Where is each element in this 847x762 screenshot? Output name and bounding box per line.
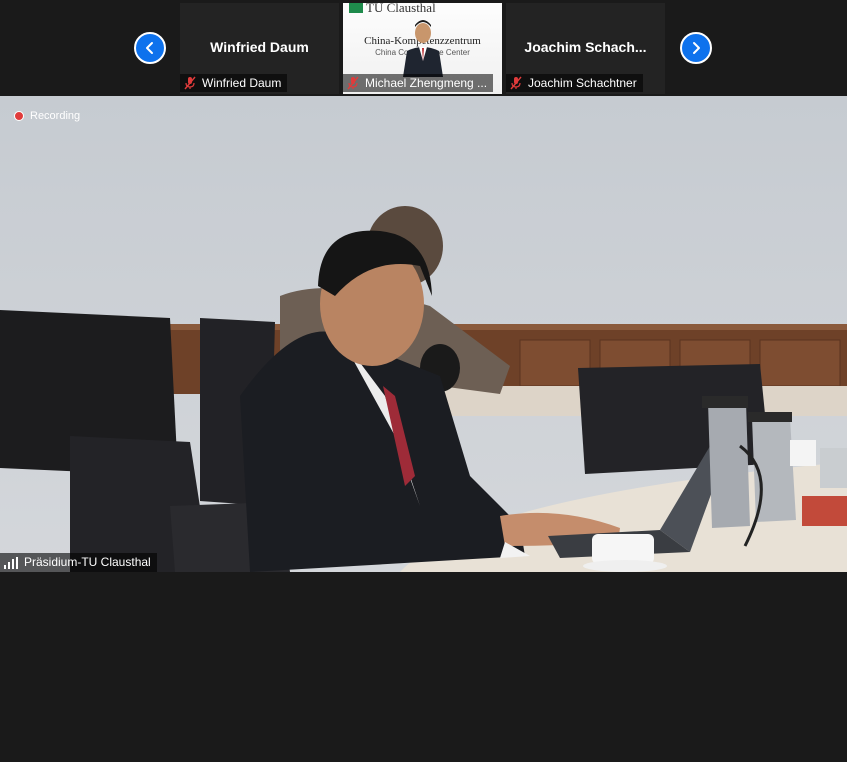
active-speaker-video[interactable] [0,96,847,572]
meeting-room-scene [0,96,847,572]
participant-name: Michael Zhengmeng ... [365,76,488,90]
mic-muted-icon [184,76,196,90]
next-page-button[interactable] [680,32,712,64]
participant-name: Winfried Daum [202,76,282,90]
recording-indicator: Recording [14,110,80,122]
participant-tile-joachim-schachtner[interactable]: Joachim Schach... Joachim Schachtner [506,3,665,94]
participant-tile-winfried-daum[interactable]: Winfried Daum Winfried Daum [180,3,339,94]
participant-name-label: Winfried Daum [180,74,288,92]
active-speaker-label: Präsidium-TU Clausthal [0,553,157,572]
participant-tile-michael-zhengmeng[interactable]: TU Clausthal China-Kompetenzzentrum Chin… [343,3,502,94]
mic-muted-icon [347,76,359,90]
participant-video-person [403,20,443,77]
recording-dot-icon [14,111,24,121]
recording-label: Recording [30,110,81,122]
previous-page-button[interactable] [134,32,166,64]
mic-muted-icon [510,76,522,90]
participant-name: Joachim Schachtner [528,76,637,90]
participant-name-label: Michael Zhengmeng ... [343,74,494,92]
chevron-left-icon [146,42,153,54]
connection-signal-icon [4,556,18,569]
university-logo [349,3,363,13]
active-speaker-name: Präsidium-TU Clausthal [24,555,151,569]
participant-display-name: Winfried Daum [210,39,309,55]
chevron-right-icon [693,42,700,54]
background-org: TU Clausthal [366,3,436,15]
participant-name-label: Joachim Schachtner [506,74,643,92]
participant-display-name: Joachim Schach... [524,39,647,55]
